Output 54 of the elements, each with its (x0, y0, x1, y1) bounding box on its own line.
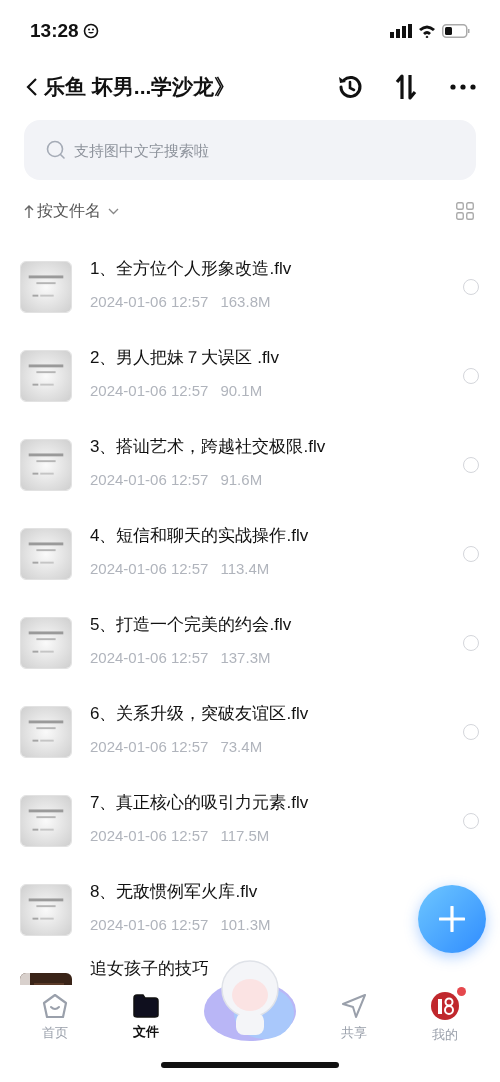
file-row[interactable]: 2、男人把妹７大误区 .flv 2024-01-06 12:57 90.1M (0, 331, 500, 420)
file-name: 7、真正核心的吸引力元素.flv (90, 792, 310, 814)
file-date: 2024-01-06 12:57 (90, 914, 209, 935)
file-name: 8、无敌惯例军火库.flv (90, 881, 259, 903)
paper-plane-icon (340, 992, 367, 1019)
file-name: 追女孩子的技巧 (90, 958, 210, 980)
grid-view-icon[interactable] (456, 202, 474, 220)
file-name: 2、男人把妹７大误区 .flv (90, 347, 280, 369)
add-button[interactable] (418, 885, 486, 953)
nav-tab[interactable]: 文件 (111, 993, 182, 1042)
file-date: 2024-01-06 12:57 (90, 469, 209, 490)
file-name: 6、关系升级，突破友谊区.flv (90, 703, 310, 725)
file-size: 73.4M (220, 736, 263, 757)
file-row[interactable]: 6、关系升级，突破友谊区.flv 2024-01-06 12:57 73.4M (0, 687, 500, 776)
file-size: 117.5M (220, 825, 270, 846)
file-date: 2024-01-06 12:57 (90, 825, 209, 846)
file-size: 91.6M (220, 469, 263, 490)
file-name: 1、全方位个人形象改造.flv (90, 258, 293, 280)
file-name: 5、打造一个完美的约会.flv (90, 614, 293, 636)
file-size: 163.8M (220, 291, 271, 312)
file-size: 113.4M (220, 558, 270, 579)
file-row[interactable]: 3、搭讪艺术，跨越社交极限.flv 2024-01-06 12:57 91.6M (0, 420, 500, 509)
file-size: 137.3M (220, 647, 271, 668)
file-name: 3、搭讪艺术，跨越社交极限.flv (90, 436, 327, 458)
file-date: 2024-01-06 12:57 (90, 736, 209, 757)
file-date: 2024-01-06 12:57 (90, 647, 209, 668)
avatar-icon (429, 990, 460, 1021)
file-row[interactable]: 7、真正核心的吸引力元素.flv 2024-01-06 12:57 117.5M (0, 776, 500, 865)
home-icon (42, 992, 69, 1019)
file-row[interactable]: 8、无敌惯例军火库.flv 2024-01-06 12:57 101.3M (0, 865, 500, 954)
history-icon[interactable] (336, 73, 364, 101)
arrow-up-icon (24, 203, 34, 219)
file-date: 2024-01-06 12:57 (90, 558, 209, 579)
folder-icon (133, 993, 160, 1018)
file-name: 4、短信和聊天的实战操作.flv (90, 525, 310, 547)
folder-title: 乐鱼 坏男...学沙龙》 (44, 74, 236, 101)
file-row[interactable]: 5、打造一个完美的约会.flv 2024-01-06 12:57 137.3M (0, 598, 500, 687)
wifi-icon (418, 24, 436, 38)
more-icon[interactable] (450, 84, 476, 90)
smiley-icon (82, 23, 99, 39)
file-date: 2024-01-06 12:57 (90, 380, 209, 401)
file-size: 90.1M (220, 380, 263, 401)
sort-button[interactable]: 按文件名 (24, 199, 119, 223)
file-row[interactable]: 1、全方位个人形象改造.flv 2024-01-06 12:57 163.8M (0, 242, 500, 331)
file-date: 2024-01-06 12:57 (90, 291, 209, 312)
signal-icon (390, 24, 412, 38)
plus-icon (439, 906, 465, 932)
chevron-down-icon (108, 207, 119, 215)
status-time: 13:28 (30, 18, 79, 43)
back-icon[interactable] (26, 77, 38, 97)
file-row[interactable]: 4、短信和聊天的实战操作.flv 2024-01-06 12:57 113.4M (0, 509, 500, 598)
search-field[interactable]: 支持图中文字搜索啦 (24, 120, 476, 180)
file-size: 101.3M (220, 914, 271, 935)
battery-icon (442, 24, 470, 38)
